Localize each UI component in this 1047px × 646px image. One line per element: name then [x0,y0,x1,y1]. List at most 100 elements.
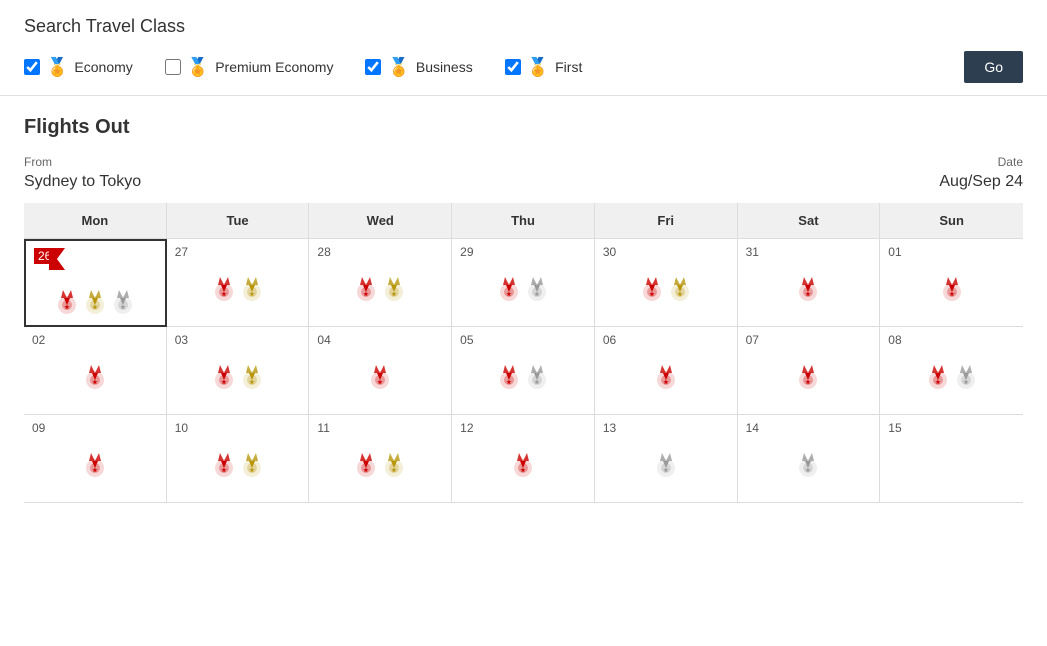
cal-date: 13 [603,421,729,435]
award-icon-red: ★ [369,363,391,393]
calendar-cell[interactable]: 03 ★ ★ [167,327,310,415]
svg-text:★: ★ [221,379,227,386]
premium-economy-icon: 🏅 [187,57,209,78]
go-button[interactable]: Go [964,51,1023,83]
award-icons-row: ★ ★ ★ [34,288,157,318]
svg-text:★: ★ [806,291,812,298]
calendar-cell[interactable]: 11 ★ ★ [309,415,452,503]
economy-option[interactable]: 🏅 Economy [24,57,133,78]
award-icon-gold: ★ [383,451,405,481]
award-icons-row: ★ ★ [460,275,586,305]
business-option[interactable]: 🏅 Business [365,57,472,78]
calendar-cell[interactable]: 04 ★ [309,327,452,415]
calendar: MonTueWedThuFriSatSun 26 ★ ★ [24,203,1023,503]
route-header: From Sydney to Tokyo Date Aug/Sep 24 [24,155,1023,191]
flights-title: Flights Out [24,116,1023,139]
cal-date: 06 [603,333,729,347]
cal-date: 26 [34,248,57,264]
calendar-cell[interactable]: 30 ★ ★ [595,239,738,327]
award-icon-red: ★ [941,275,963,305]
svg-text:★: ★ [249,379,255,386]
award-icon-gold: ★ [241,363,263,393]
calendar-cell[interactable]: 26 ★ ★ [24,239,167,327]
from-label: From [24,155,141,169]
svg-text:★: ★ [392,467,398,474]
award-icon-red: ★ [84,451,106,481]
award-icon-red: ★ [641,275,663,305]
first-option[interactable]: 🏅 First [505,57,583,78]
calendar-cell[interactable]: 14 ★ [738,415,881,503]
calendar-cell[interactable]: 07 ★ [738,327,881,415]
first-checkbox[interactable] [505,59,521,75]
award-icons-row: ★ [888,275,1015,305]
search-title: Search Travel Class [24,16,1023,37]
svg-text:★: ★ [534,379,540,386]
business-icon: 🏅 [387,57,409,78]
award-icons-row: ★ ★ [175,275,301,305]
award-icons-row: ★ ★ [460,363,586,393]
calendar-cell[interactable]: 13 ★ [595,415,738,503]
calendar-header-cell: Thu [452,203,595,239]
calendar-header-cell: Sun [880,203,1023,239]
award-icon-red: ★ [355,275,377,305]
svg-text:★: ★ [649,291,655,298]
award-icon-gold: ★ [241,275,263,305]
award-icons-row: ★ ★ [175,363,301,393]
svg-text:★: ★ [249,467,255,474]
award-icon-silver: ★ [526,363,548,393]
cal-date: 01 [888,245,1015,259]
cal-date: 29 [460,245,586,259]
svg-text:★: ★ [92,379,98,386]
calendar-cell[interactable]: 28 ★ ★ [309,239,452,327]
calendar-cell[interactable]: 06 ★ [595,327,738,415]
calendar-cell[interactable]: 02 ★ [24,327,167,415]
award-icon-silver: ★ [526,275,548,305]
calendar-header-cell: Sat [738,203,881,239]
award-icon-red: ★ [213,275,235,305]
cal-date: 12 [460,421,586,435]
calendar-cell[interactable]: 15 [880,415,1023,503]
calendar-header-cell: Fri [595,203,738,239]
calendar-cell[interactable]: 01 ★ [880,239,1023,327]
award-icon-red: ★ [655,363,677,393]
calendar-cell[interactable]: 05 ★ ★ [452,327,595,415]
class-options: 🏅 Economy 🏅 Premium Economy 🏅 Business 🏅… [24,51,1023,83]
cal-date: 07 [746,333,872,347]
cal-date: 10 [175,421,301,435]
cal-date: 14 [746,421,872,435]
premium-economy-option[interactable]: 🏅 Premium Economy [165,57,334,78]
svg-text:★: ★ [677,291,683,298]
svg-text:★: ★ [364,467,370,474]
cal-date: 28 [317,245,443,259]
award-icon-red: ★ [927,363,949,393]
calendar-cell[interactable]: 31 ★ [738,239,881,327]
premium-economy-checkbox[interactable] [165,59,181,75]
svg-text:★: ★ [534,291,540,298]
calendar-header-cell: Tue [167,203,310,239]
award-icon-red: ★ [498,363,520,393]
calendar-header-cell: Wed [309,203,452,239]
calendar-cell[interactable]: 10 ★ ★ [167,415,310,503]
svg-text:★: ★ [121,304,127,311]
svg-text:★: ★ [364,291,370,298]
svg-text:★: ★ [963,379,969,386]
svg-text:★: ★ [506,291,512,298]
calendar-cell[interactable]: 08 ★ ★ [880,327,1023,415]
from-value: Sydney to Tokyo [24,173,141,191]
search-section: Search Travel Class 🏅 Economy 🏅 Premium … [0,0,1047,96]
award-icons-row: ★ ★ [888,363,1015,393]
cal-date: 03 [175,333,301,347]
award-icon-silver: ★ [797,451,819,481]
business-checkbox[interactable] [365,59,381,75]
calendar-cell[interactable]: 29 ★ ★ [452,239,595,327]
economy-checkbox[interactable] [24,59,40,75]
calendar-cell[interactable]: 27 ★ ★ [167,239,310,327]
first-icon: 🏅 [527,57,549,78]
calendar-cell[interactable]: 12 ★ [452,415,595,503]
award-icons-row: ★ ★ [317,451,443,481]
first-label: First [555,59,582,75]
calendar-cell[interactable]: 09 ★ [24,415,167,503]
award-icons-row: ★ [32,451,158,481]
award-icons-row: ★ [460,451,586,481]
business-label: Business [416,59,473,75]
